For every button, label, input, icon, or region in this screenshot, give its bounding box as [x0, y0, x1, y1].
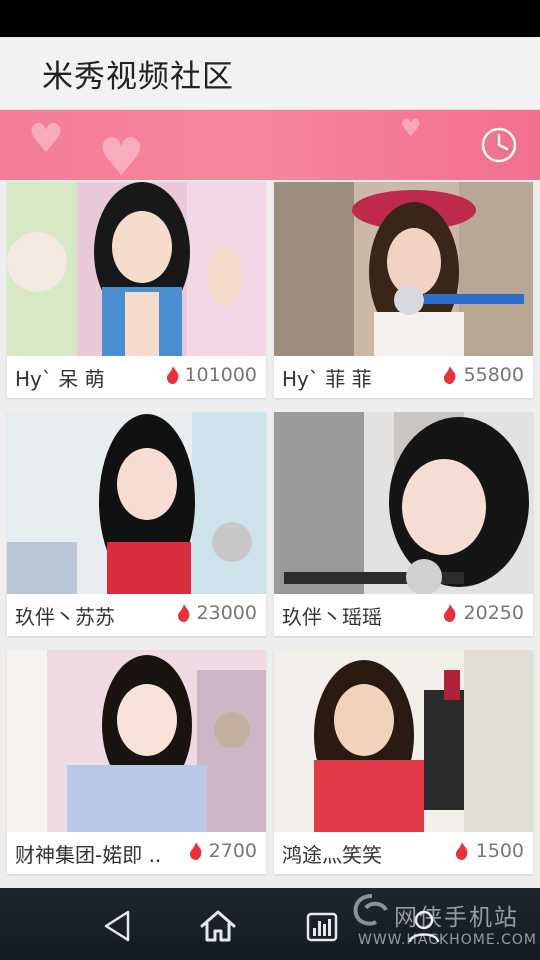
back-button[interactable]: [98, 906, 138, 946]
stream-info: 财神集团-婼即 .. 2700: [7, 830, 266, 874]
stream-card[interactable]: 财神集团-婼即 .. 2700: [7, 650, 266, 874]
watermark-url: WWW.HACKHOME.COM: [358, 932, 537, 948]
app-title: 米秀视频社区: [42, 59, 234, 95]
flame-icon: [444, 366, 456, 384]
stream-card[interactable]: 玖伴丶瑶瑶 20250: [274, 412, 533, 636]
flame-icon: [167, 366, 179, 384]
stream-card[interactable]: 玖伴丶苏苏 23000: [7, 412, 266, 636]
flame-icon: [456, 842, 468, 860]
heart-decoration-icon: ♥: [28, 116, 64, 162]
stream-card[interactable]: Hy` 呆 萌 101000: [7, 182, 266, 398]
stream-thumbnail: [274, 650, 533, 832]
heart-decoration-icon: ♥: [400, 114, 422, 142]
stream-info: 玖伴丶苏苏 23000: [7, 592, 266, 636]
stream-info: 鸿途灬笑笑 1500: [274, 830, 533, 874]
view-count: 20250: [463, 602, 524, 624]
watermark-logo-icon: [353, 894, 388, 926]
streamer-name: 玖伴丶瑶瑶: [282, 605, 382, 629]
back-triangle-icon: [104, 910, 130, 942]
home-icon: [200, 910, 236, 942]
streamer-name: 财神集团-婼即 ..: [15, 843, 162, 867]
view-count: 101000: [184, 364, 257, 386]
stream-thumbnail: [7, 650, 266, 832]
flame-icon: [190, 842, 202, 860]
streamer-name: Hy` 呆 萌: [15, 367, 105, 391]
streamer-name: Hy` 菲 菲: [282, 367, 372, 391]
recents-button[interactable]: [302, 906, 342, 946]
stream-info: Hy` 呆 萌 101000: [7, 354, 266, 398]
chart-icon: [306, 912, 338, 942]
status-bar: [0, 0, 540, 37]
view-count: 1500: [475, 840, 524, 862]
stream-info: 玖伴丶瑶瑶 20250: [274, 592, 533, 636]
history-button[interactable]: [480, 126, 518, 164]
streamer-name: 鸿途灬笑笑: [282, 843, 382, 867]
stream-card[interactable]: 鸿途灬笑笑 1500: [274, 650, 533, 874]
stream-thumbnail: [7, 412, 266, 594]
stream-thumbnail: [274, 182, 533, 356]
view-count: 55800: [463, 364, 524, 386]
flame-icon: [444, 604, 456, 622]
stream-thumbnail: [7, 182, 266, 356]
stream-info: Hy` 菲 菲 55800: [274, 354, 533, 398]
clock-icon: [481, 127, 517, 163]
streamer-name: 玖伴丶苏苏: [15, 605, 115, 629]
app-header: 米秀视频社区: [0, 37, 540, 110]
banner: ♥ ♥ ♥: [0, 110, 540, 180]
watermark-text: 网侠手机站: [394, 905, 519, 931]
heart-decoration-icon: ♥: [98, 128, 145, 180]
view-count: 2700: [208, 840, 257, 862]
watermark: 网侠手机站 WWW.HACKHOME.COM: [350, 892, 540, 952]
stream-thumbnail: [274, 412, 533, 594]
stream-card[interactable]: Hy` 菲 菲 55800: [274, 182, 533, 398]
view-count: 23000: [196, 602, 257, 624]
home-button[interactable]: [198, 906, 238, 946]
flame-icon: [178, 604, 190, 622]
